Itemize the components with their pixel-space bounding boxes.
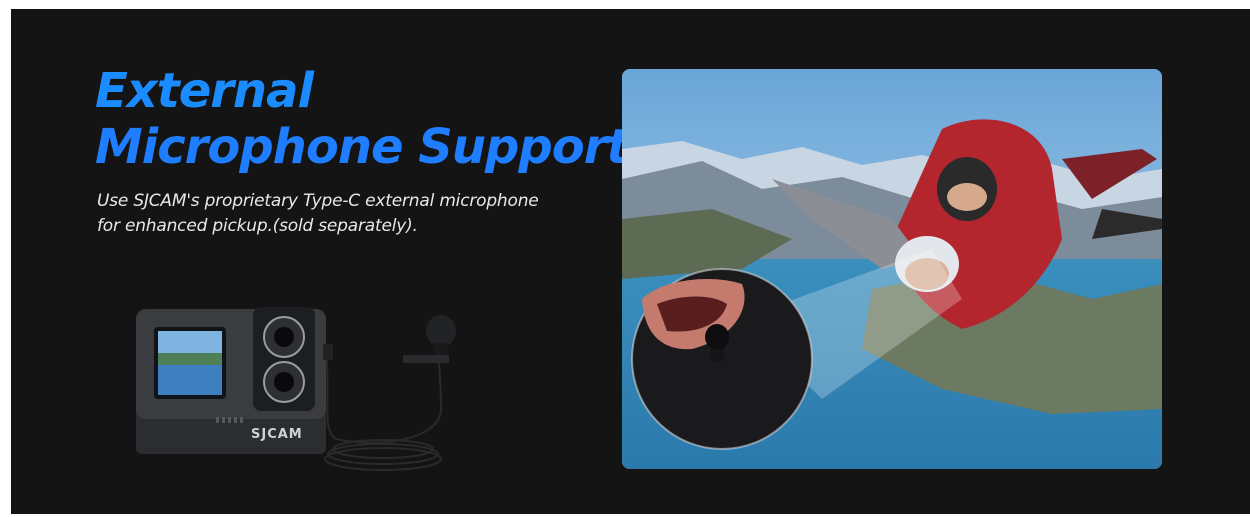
headline-line-2: Microphone Support: [95, 119, 629, 175]
description-line-1: Use SJCAM's proprietary Type-C external …: [97, 191, 539, 211]
description-line-2: for enhanced pickup.(sold separately).: [97, 216, 418, 236]
brand-logo: SJCAM: [251, 427, 303, 442]
action-camera-icon: [136, 307, 333, 454]
feature-description: Use SJCAM's proprietary Type-C external …: [97, 189, 539, 239]
lavalier-microphone-icon: [403, 315, 456, 363]
page-frame: External Microphone Support Use SJCAM's …: [0, 0, 1250, 517]
microphone-cable: [324, 350, 443, 471]
photo-scene-svg: [622, 69, 1162, 469]
product-svg: [136, 307, 456, 471]
skydiving-photo: [622, 69, 1162, 469]
feature-headline: External Microphone Support: [95, 63, 629, 175]
product-illustration: SJCAM: [121, 289, 481, 489]
headline-line-1: External: [95, 63, 314, 119]
feature-banner: External Microphone Support Use SJCAM's …: [11, 9, 1250, 514]
